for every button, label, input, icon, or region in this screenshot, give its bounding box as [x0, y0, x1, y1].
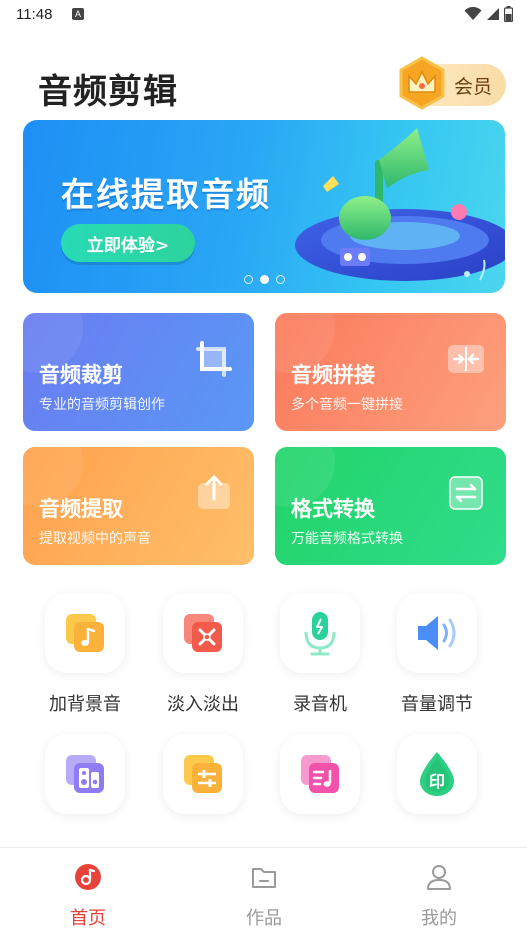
notification-icon: A — [72, 8, 84, 20]
card-title: 音频裁剪 — [39, 363, 123, 387]
tool-recorder[interactable]: 录音机 — [265, 593, 375, 716]
promo-banner[interactable]: 在线提取音频 立即体验> — [23, 120, 505, 293]
tool-volume-adjust[interactable]: 音量调节 — [382, 593, 492, 716]
tool-label: 淡入淡出 — [167, 694, 239, 715]
watermark-drop-icon: 印 — [420, 752, 454, 796]
sound-box-icon — [66, 755, 104, 793]
wifi-icon — [464, 7, 482, 20]
battery-icon — [504, 6, 513, 22]
banner-title: 在线提取音频 — [61, 175, 271, 214]
carousel-dot[interactable] — [243, 275, 253, 284]
bottom-tab-bar: 首页 作品 我的 — [0, 847, 527, 938]
header: 音频剪辑 会员 — [0, 56, 527, 118]
tool-add-background-music[interactable]: 加背景音 — [30, 593, 140, 716]
card-subtitle: 多个音频一键拼接 — [291, 397, 403, 413]
tool-icon-box — [45, 593, 125, 673]
crown-icon — [399, 56, 445, 110]
tab-label: 首页 — [70, 908, 106, 929]
page-title: 音频剪辑 — [38, 72, 178, 112]
tab-label: 我的 — [421, 908, 457, 929]
watermark-glyph: 印 — [429, 772, 445, 791]
tool-icon-box — [280, 593, 360, 673]
banner-cta-button[interactable]: 立即体验> — [61, 224, 195, 262]
tool-playlist[interactable] — [265, 734, 375, 814]
microphone-icon — [304, 612, 336, 656]
card-title: 格式转换 — [291, 497, 375, 521]
home-music-icon — [75, 864, 101, 890]
crop-icon — [196, 341, 232, 377]
tool-label: 音量调节 — [401, 694, 473, 715]
tab-works[interactable]: 作品 — [219, 862, 309, 930]
vip-button[interactable]: 会员 — [399, 56, 506, 110]
merge-icon — [448, 345, 484, 373]
card-title: 音频拼接 — [291, 363, 375, 387]
tool-icon-box — [280, 734, 360, 814]
card-subtitle: 万能音频格式转换 — [291, 531, 403, 547]
tool-icon-box — [163, 593, 243, 673]
tool-watermark[interactable]: 印 — [382, 734, 492, 814]
tool-icon-box — [163, 734, 243, 814]
card-subtitle: 提取视频中的声音 — [39, 531, 151, 547]
music-note-illustration — [295, 128, 505, 281]
carousel-dot[interactable] — [275, 275, 285, 284]
equalizer-icon — [184, 755, 222, 793]
tool-equalizer[interactable] — [148, 734, 258, 814]
tab-mine[interactable]: 我的 — [394, 862, 484, 930]
audio-cut-card[interactable]: 音频裁剪 专业的音频剪辑创作 — [23, 313, 254, 431]
status-icons — [464, 6, 513, 22]
tab-home[interactable]: 首页 — [43, 862, 133, 930]
playlist-icon — [301, 755, 339, 793]
card-subtitle: 专业的音频剪辑创作 — [39, 397, 165, 413]
tool-icon-box — [397, 593, 477, 673]
audio-extract-card[interactable]: 音频提取 提取视频中的声音 — [23, 447, 254, 565]
signal-icon — [487, 8, 499, 20]
status-bar: 11:48 A — [0, 0, 527, 30]
vip-label: 会员 — [453, 75, 492, 98]
tab-label: 作品 — [246, 908, 282, 929]
card-title: 音频提取 — [39, 497, 123, 521]
upload-icon — [198, 474, 230, 509]
fade-icon — [184, 614, 222, 652]
tool-label: 加背景音 — [49, 694, 121, 715]
tool-icon-box: 印 — [397, 734, 477, 814]
tool-icon-box — [45, 734, 125, 814]
speaker-icon — [418, 616, 456, 650]
tool-label: 录音机 — [293, 694, 347, 715]
person-icon — [427, 865, 451, 890]
format-convert-card[interactable]: 格式转换 万能音频格式转换 — [275, 447, 506, 565]
music-note-icon — [66, 614, 104, 652]
tool-sound-box[interactable] — [30, 734, 140, 814]
folder-icon — [252, 868, 276, 888]
audio-merge-card[interactable]: 音频拼接 多个音频一键拼接 — [275, 313, 506, 431]
status-time: 11:48 — [16, 6, 53, 23]
carousel-dot-active[interactable] — [259, 275, 269, 284]
convert-icon — [449, 476, 483, 510]
carousel-dots — [23, 275, 505, 284]
tool-fade-in-out[interactable]: 淡入淡出 — [148, 593, 258, 716]
